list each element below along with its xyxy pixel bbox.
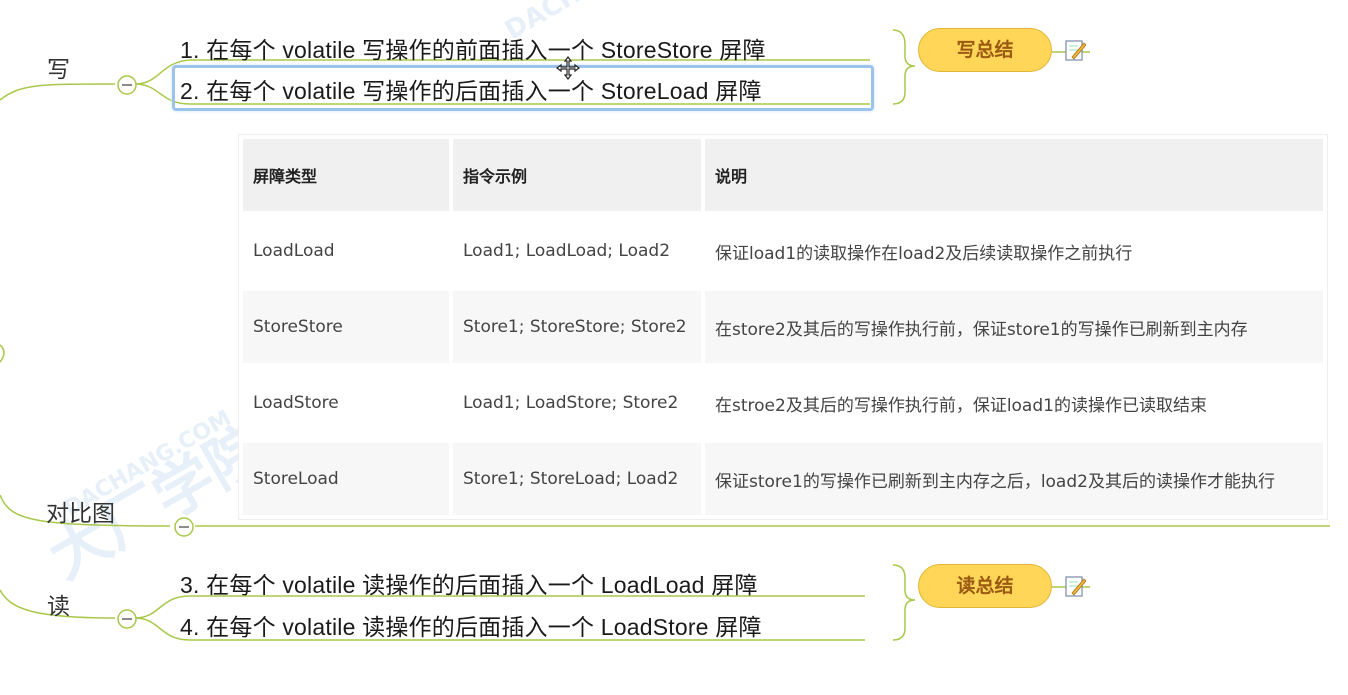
- description-cell: 在stroe2及其后的写操作执行前，保证load1的读操作已读取结束: [705, 367, 1323, 439]
- table-row: LoadLoad Load1; LoadLoad; Load2 保证load1的…: [243, 215, 1323, 287]
- barrier-type-cell: LoadLoad: [243, 215, 449, 287]
- instruction-example-cell: Load1; LoadStore; Store2: [453, 367, 701, 439]
- table-row: LoadStore Load1; LoadStore; Store2 在stro…: [243, 367, 1323, 439]
- barrier-table: 屏障类型 指令示例 说明 LoadLoad Load1; LoadLoad; L…: [239, 135, 1327, 519]
- read-item-4[interactable]: 4. 在每个 volatile 读操作的后面插入一个 LoadStore 屏障: [180, 608, 762, 642]
- collapse-write-icon[interactable]: [116, 74, 138, 96]
- barrier-type-cell: StoreLoad: [243, 443, 449, 515]
- description-cell: 保证load1的读取操作在load2及后续读取操作之前执行: [705, 215, 1323, 287]
- read-summary-bubble[interactable]: 读总结: [918, 564, 1052, 608]
- table-header-row: 屏障类型 指令示例 说明: [243, 139, 1323, 211]
- barrier-type-cell: LoadStore: [243, 367, 449, 439]
- instruction-example-cell: Load1; LoadLoad; Load2: [453, 215, 701, 287]
- description-cell: 在store2及其后的写操作执行前，保证store1的写操作已刷新到主内存: [705, 291, 1323, 363]
- instruction-example-cell: Store1; StoreLoad; Load2: [453, 443, 701, 515]
- column-header-description: 说明: [705, 139, 1323, 211]
- description-cell: 保证store1的写操作已刷新到主内存之后，load2及其后的读操作才能执行: [705, 443, 1323, 515]
- write-item-2[interactable]: 2. 在每个 volatile 写操作的后面插入一个 StoreLoad 屏障: [180, 72, 762, 106]
- read-item-3[interactable]: 3. 在每个 volatile 读操作的后面插入一个 LoadLoad 屏障: [180, 566, 758, 600]
- read-branch-label[interactable]: 读: [47, 587, 70, 621]
- write-item-1[interactable]: 1. 在每个 volatile 写操作的前面插入一个 StoreStore 屏障: [180, 31, 766, 65]
- column-header-type: 屏障类型: [243, 139, 449, 211]
- note-icon[interactable]: [1064, 574, 1086, 598]
- move-cursor-icon: [556, 56, 580, 80]
- compare-branch-label[interactable]: 对比图: [46, 494, 115, 528]
- table-row: StoreLoad Store1; StoreLoad; Load2 保证sto…: [243, 443, 1323, 515]
- table-row: StoreStore Store1; StoreStore; Store2 在s…: [243, 291, 1323, 363]
- collapse-read-icon[interactable]: [116, 608, 138, 630]
- barrier-type-cell: StoreStore: [243, 291, 449, 363]
- instruction-example-cell: Store1; StoreStore; Store2: [453, 291, 701, 363]
- write-summary-bubble[interactable]: 写总结: [918, 28, 1052, 72]
- column-header-example: 指令示例: [453, 139, 701, 211]
- collapse-compare-icon[interactable]: [173, 516, 195, 538]
- note-icon[interactable]: [1064, 38, 1086, 62]
- write-branch-label[interactable]: 写: [47, 50, 70, 84]
- barrier-table-container: 屏障类型 指令示例 说明 LoadLoad Load1; LoadLoad; L…: [238, 134, 1328, 520]
